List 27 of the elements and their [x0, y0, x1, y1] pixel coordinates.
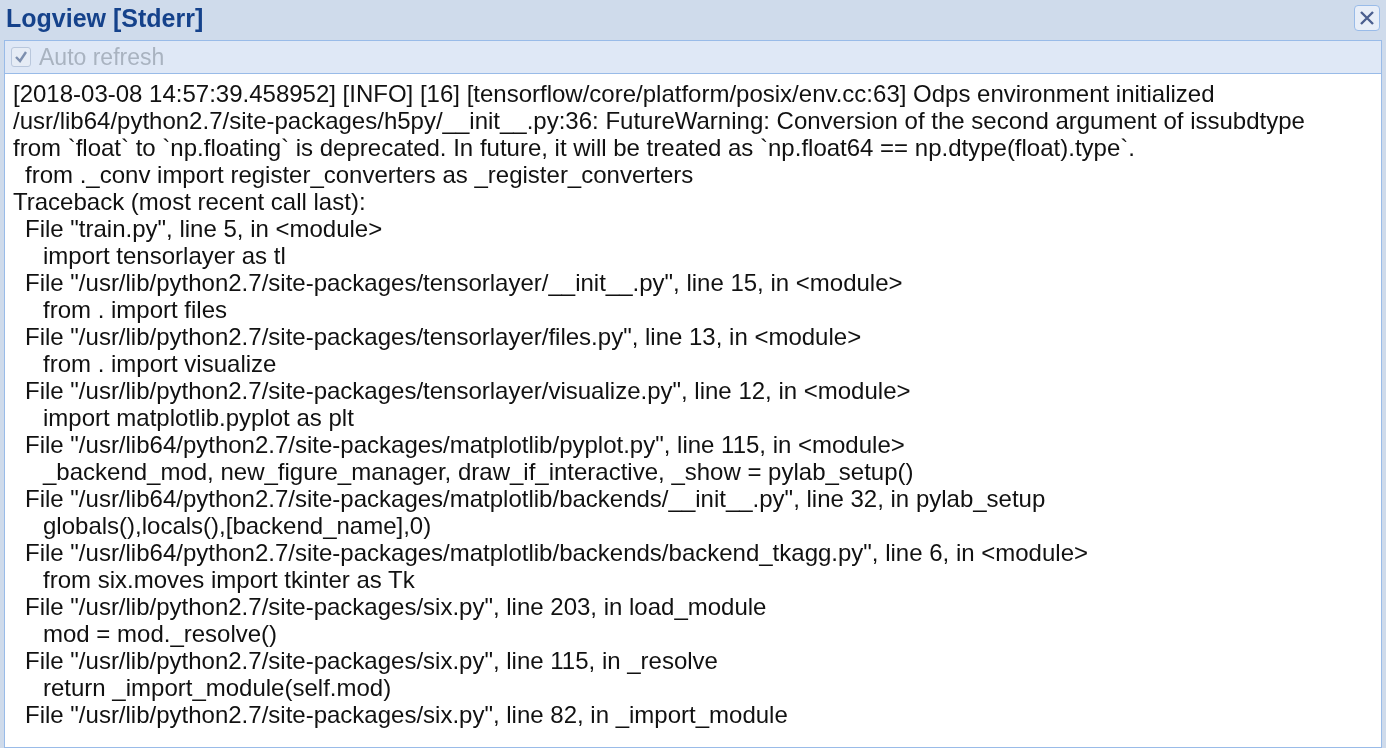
log-line: mod = mod._resolve()	[42, 620, 278, 647]
log-line: import tensorlayer as tl	[42, 242, 286, 269]
log-line: from six.moves import tkinter as Tk	[42, 566, 415, 593]
log-line: from `float` to `np.floating` is deprecated. In future, it will be treated as `np.float64 == np.dtype(float).type`.	[13, 134, 1135, 161]
log-line: /usr/lib64/python2.7/site-packages/h5py/__init__.py:36: FutureWarning: Conversion of the second argument of issubdtype	[13, 107, 1305, 134]
log-line: import matplotlib.pyplot as plt	[42, 404, 354, 431]
window-title: Logview [Stderr]	[6, 3, 204, 33]
log-line: File "/usr/lib/python2.7/site-packages/six.py", line 82, in _import_module	[24, 701, 788, 728]
log-line: File "/usr/lib64/python2.7/site-packages/matplotlib/backends/__init__.py", line 32, in pylab_setup	[24, 485, 1046, 512]
log-line: File "/usr/lib/python2.7/site-packages/tensorlayer/files.py", line 13, in <module>	[24, 323, 862, 350]
log-line: File "/usr/lib64/python2.7/site-packages/matplotlib/pyplot.py", line 115, in <module>	[24, 431, 905, 458]
log-line: from . import visualize	[42, 350, 277, 377]
log-line: from . import files	[42, 296, 228, 323]
log-line: File "/usr/lib/python2.7/site-packages/tensorlayer/__init__.py", line 15, in <module>	[24, 269, 903, 296]
log-line: File "train.py", line 5, in <module>	[24, 215, 383, 242]
log-line: File "/usr/lib/python2.7/site-packages/six.py", line 203, in load_module	[24, 593, 767, 620]
log-line: _backend_mod, new_figure_manager, draw_if_interactive, _show = pylab_setup()	[41, 458, 914, 485]
log-line: globals(),locals(),[backend_name],0)	[42, 512, 432, 539]
log-line: [2018-03-08 14:57:39.458952] [INFO] [16] [tensorflow/core/platform/posix/env.cc:63] Odps environment initialized	[13, 80, 1215, 107]
log-line: Traceback (most recent call last):	[13, 188, 366, 215]
log-line: File "/usr/lib/python2.7/site-packages/tensorlayer/visualize.py", line 12, in <module>	[24, 377, 911, 404]
close-button[interactable]	[1354, 5, 1380, 31]
close-icon	[1359, 10, 1375, 26]
log-line: from ._conv import register_converters as _register_converters	[24, 161, 694, 188]
log-line: File "/usr/lib64/python2.7/site-packages/matplotlib/backends/backend_tkagg.py", line 6, in <module>	[24, 539, 1088, 566]
log-line: File "/usr/lib/python2.7/site-packages/six.py", line 115, in _resolve	[24, 647, 718, 674]
log-line: return _import_module(self.mod)	[42, 674, 392, 701]
